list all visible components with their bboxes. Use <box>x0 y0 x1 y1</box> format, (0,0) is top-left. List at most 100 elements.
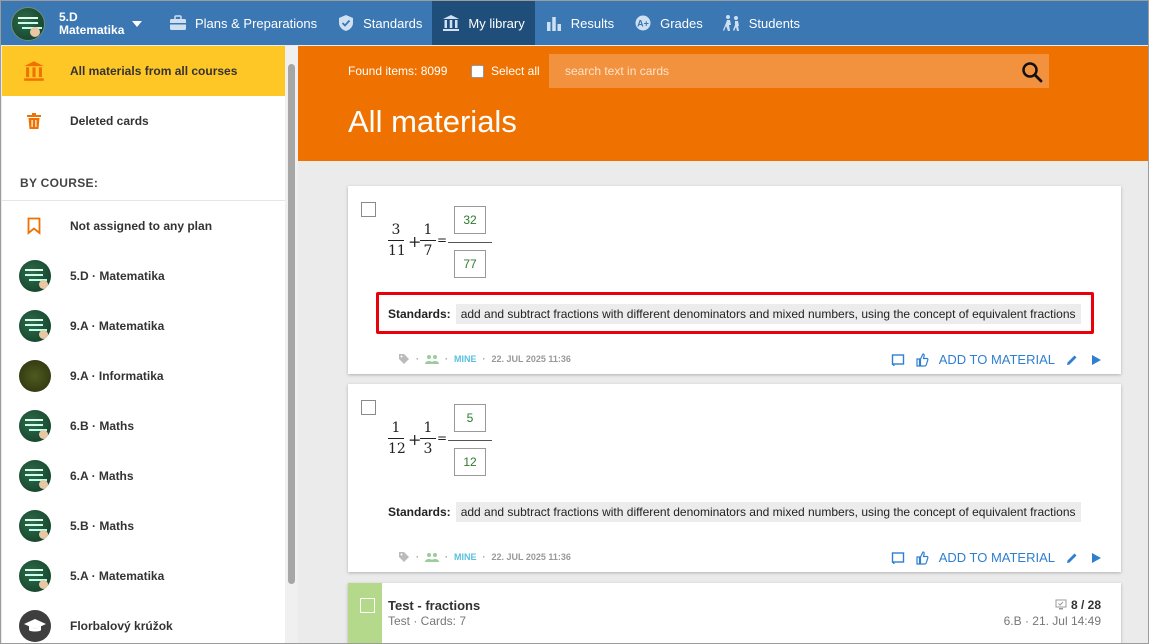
sidebar-item-not-assigned[interactable]: Not assigned to any plan <box>2 201 285 251</box>
sidebar-item-course[interactable]: 5.D · Matematika <box>2 251 285 301</box>
nav-results[interactable]: Results <box>535 1 624 45</box>
sidebar-scrollbar[interactable] <box>285 46 298 643</box>
nav-label: My library <box>468 15 525 31</box>
briefcase-icon <box>170 15 186 30</box>
sidebar-item-course[interactable]: 9.A · Informatika <box>2 351 285 401</box>
sidebar-item-label: Not assigned to any plan <box>70 219 213 233</box>
checkbox[interactable] <box>471 64 484 78</box>
nav-grades[interactable]: A+ Grades <box>624 1 713 45</box>
material-card[interactable]: 1 12 + 1 3 = 5 12 Standards: add and sub… <box>348 384 1121 572</box>
nav-label: Students <box>748 15 801 31</box>
sidebar-item-all-materials[interactable]: All materials from all courses <box>2 46 285 96</box>
course-avatar <box>19 460 51 492</box>
separator: · <box>416 552 419 562</box>
answer-numerator: 32 <box>454 206 486 234</box>
numerator: 1 <box>423 222 433 238</box>
card-checkbox[interactable] <box>360 598 375 613</box>
equals-sign: = <box>437 233 448 247</box>
play-icon[interactable] <box>1089 353 1103 367</box>
add-to-material-button[interactable]: ADD TO MATERIAL <box>939 550 1055 565</box>
chevron-down-icon <box>132 21 143 27</box>
cast-icon[interactable] <box>891 353 905 367</box>
page-title: All materials <box>348 104 517 139</box>
sidebar-item-label: Deleted cards <box>70 114 149 128</box>
denominator: 11 <box>388 243 406 259</box>
pencil-icon[interactable] <box>1065 551 1079 565</box>
owner-badge: MINE <box>454 354 477 364</box>
page-header: Found items: 8099 Select all All materia… <box>298 46 1148 161</box>
sidebar-item-course[interactable]: 6.A · Maths <box>2 451 285 501</box>
shield-check-icon <box>339 15 354 31</box>
graduation-cap-icon <box>24 619 46 632</box>
separator: · <box>416 354 419 364</box>
course-avatar <box>19 260 51 292</box>
card-checkbox[interactable] <box>361 202 376 217</box>
search-bar <box>549 54 1049 88</box>
fraction: 1 12 <box>388 420 406 457</box>
material-card[interactable]: 3 11 + 1 7 = 32 77 Standards: add and su… <box>348 186 1121 374</box>
course-avatar <box>19 310 51 342</box>
sidebar-item-label: 5.A · Matematika <box>70 569 165 583</box>
test-card[interactable]: Test - fractions Test · Cards: 7 8 / 28 … <box>348 583 1121 643</box>
sidebar-item-label: 5.B · Maths <box>70 519 135 533</box>
card-date: 22. JUL 2025 11:36 <box>491 354 571 364</box>
course-avatar <box>19 410 51 442</box>
nav-standards[interactable]: Standards <box>327 1 432 45</box>
course-name: 5.D Matematika <box>59 11 124 37</box>
fraction: 1 7 <box>420 222 436 259</box>
card-meta: · · MINE · 22. JUL 2025 11:36 <box>398 551 571 563</box>
test-subtitle: Test · Cards: 7 <box>388 614 467 628</box>
play-icon[interactable] <box>1089 551 1103 565</box>
sidebar-item-label: Florbalový krúžok <box>70 619 173 633</box>
nav-label: Standards <box>363 15 423 31</box>
card-actions: ADD TO MATERIAL <box>881 352 1103 367</box>
monitor-check-icon <box>1055 599 1067 610</box>
course-avatar <box>19 360 51 392</box>
main-nav: Plans & Preparations Standards My librar… <box>159 1 810 45</box>
course-avatar <box>11 7 45 41</box>
test-title: Test - fractions <box>388 598 481 613</box>
pencil-icon[interactable] <box>1065 353 1079 367</box>
nav-students[interactable]: Students <box>713 1 810 45</box>
sidebar-item-course[interactable]: 5.A · Matematika <box>2 551 285 601</box>
thumbs-up-icon[interactable] <box>915 352 929 367</box>
nav-label: Plans & Preparations <box>195 15 318 31</box>
card-meta: · · MINE · 22. JUL 2025 11:36 <box>398 353 571 365</box>
denominator: 12 <box>388 441 406 457</box>
people-icon <box>425 355 439 364</box>
people-icon <box>425 553 439 562</box>
thumbs-up-icon[interactable] <box>915 550 929 565</box>
fraction-bar <box>448 440 492 441</box>
sidebar-item-course[interactable]: Florbalový krúžok <box>2 601 285 643</box>
sidebar-item-course[interactable]: 6.B · Maths <box>2 401 285 451</box>
search-input[interactable] <box>549 54 999 88</box>
main-content: Found items: 8099 Select all All materia… <box>298 46 1148 643</box>
nav-plans-preparations[interactable]: Plans & Preparations <box>159 1 327 45</box>
denominator: 7 <box>423 243 433 259</box>
test-class-date: 6.B · 21. Jul 14:49 <box>1003 614 1101 628</box>
card-checkbox[interactable] <box>361 400 376 415</box>
sidebar-item-label: All materials from all courses <box>70 64 238 78</box>
bar-chart-icon <box>546 17 561 31</box>
separator: · <box>482 354 486 364</box>
nav-my-library[interactable]: My library <box>432 1 535 45</box>
sidebar-item-deleted-cards[interactable]: Deleted cards <box>2 96 285 146</box>
numerator: 3 <box>391 222 401 238</box>
add-to-material-button[interactable]: ADD TO MATERIAL <box>939 352 1055 367</box>
numerator: 1 <box>391 420 401 436</box>
sidebar-item-label: 9.A · Informatika <box>70 369 164 383</box>
sidebar-item-label: 5.D · Matematika <box>70 269 165 283</box>
search-icon[interactable] <box>1021 61 1043 83</box>
course-switcher[interactable]: 5.D Matematika <box>11 7 143 41</box>
answer-denominator: 12 <box>454 448 486 476</box>
scrollbar-thumb[interactable] <box>288 64 295 584</box>
select-all-checkbox[interactable]: Select all <box>471 64 540 78</box>
students-icon <box>722 15 739 31</box>
course-avatar <box>19 510 51 542</box>
test-color-strip <box>348 583 382 643</box>
sidebar-item-course[interactable]: 9.A · Matematika <box>2 301 285 351</box>
cast-icon[interactable] <box>891 551 905 565</box>
sidebar-item-label: 9.A · Matematika <box>70 319 165 333</box>
sidebar-item-course[interactable]: 5.B · Maths <box>2 501 285 551</box>
standards-label: Standards: <box>388 505 451 519</box>
